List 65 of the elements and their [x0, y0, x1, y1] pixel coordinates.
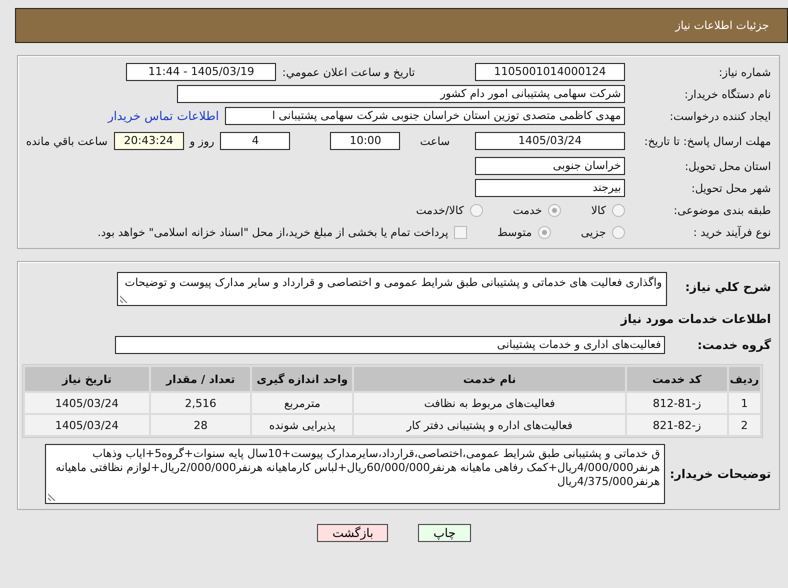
section-heading: اطلاعات خدمات مورد نیاز	[620, 312, 771, 326]
column-header: تعداد / مقدار	[150, 367, 250, 391]
print-button[interactable]: چاپ	[418, 524, 471, 542]
column-header: نام خدمت	[354, 367, 626, 391]
radio-label: کالا/خدمت	[416, 204, 464, 216]
field-label: طبقه بندی موضوعی:	[672, 204, 771, 216]
radio-button[interactable]	[612, 204, 625, 216]
field-value: فعالیت‌های اداری و خدمات پشتیبانی	[115, 336, 665, 354]
table-cell: پذیرایی شونده	[252, 415, 352, 435]
field-label: ساعت	[420, 134, 450, 148]
column-header: تاریخ نیاز	[25, 367, 149, 391]
radio-button[interactable]	[548, 204, 562, 216]
table-cell: ز-82-821	[627, 415, 727, 435]
table-cell: فعالیت‌های اداره و پشتیبانی دفتر کار	[354, 415, 626, 435]
table-cell: 28	[150, 415, 250, 435]
field-value: 1105001014000124	[475, 63, 625, 81]
radio-button[interactable]	[470, 204, 483, 216]
field-value: شرکت سهامی پشتیبانی امور دام کشور	[177, 85, 625, 103]
back-button[interactable]: بازگشت	[317, 524, 388, 542]
radio-label: کالا	[591, 204, 606, 216]
checkbox-label: پرداخت تمام یا بخشی از مبلغ خرید،از محل "اسناد خزانه اسلامی" خواهد بود.	[98, 226, 448, 238]
field-value: 1405/03/19 - 11:44	[126, 63, 276, 81]
field-label: توضیحات خریدار:	[671, 467, 771, 481]
field-label: ساعت باقي مانده	[26, 134, 108, 148]
field-value: 1405/03/24	[475, 132, 625, 150]
table-cell: 1	[728, 393, 760, 413]
radio-label: متوسط	[497, 226, 532, 238]
field-label: شماره نیاز:	[718, 66, 771, 78]
field-label: تاریخ و ساعت اعلان عمومي:	[282, 66, 415, 78]
contact-link[interactable]: اطلاعات تماس خریدار	[108, 109, 219, 123]
field-label: شهر محل تحویل:	[690, 182, 771, 194]
radio-button[interactable]	[612, 226, 625, 238]
field-label: ایجاد کننده درخواست:	[668, 110, 771, 122]
field-value: 10:00	[330, 132, 400, 150]
radio-button[interactable]	[538, 226, 551, 238]
field-value: مهدی کاظمی متصدی توزین استان خراسان جنوبی شرکت سهامی پشتیبانی ا	[225, 107, 625, 125]
table-cell: 1405/03/24	[25, 393, 149, 413]
resize-grip-icon[interactable]	[48, 493, 56, 501]
field-label: گروه خدمت:	[696, 338, 771, 352]
table-cell: ز-81-812	[627, 393, 727, 413]
field-value: خراسان جنوبی	[475, 157, 625, 175]
table-cell: مترمربع	[252, 393, 352, 413]
notes-textarea[interactable]: ق خدماتی و پشتیبانی طبق شرایط عمومی،اختصاصی،قرارداد،سایرمدارک پیوست+10سال پایه سنوات+گروه5+ایاب وذهاب هرنفر4/000/000ریال+کمک رفاهی ماهیانه هرنفر60/000/000ریال+لباس کارماهیانه هرنفر2/000/000ریال+لوازم نظافتی ماهیانه هرنفر4/375/000ریال	[45, 444, 665, 504]
field-label: شرح کلي نیاز:	[684, 279, 771, 294]
table-cell: 2,516	[150, 393, 250, 413]
checkbox[interactable]	[454, 226, 468, 238]
radio-label: جزیی	[580, 226, 606, 238]
field-label: استان محل تحویل:	[684, 160, 771, 172]
radio-label: خدمت	[512, 204, 542, 216]
field-label: نام دستگاه خریدار:	[683, 88, 771, 100]
field-label: مهلت ارسال پاسخ: تا تاریخ:	[643, 134, 771, 148]
field-value: 20:43:24	[114, 132, 184, 150]
table-cell: 2	[728, 415, 760, 435]
column-header: کد خدمت	[627, 367, 727, 391]
field-value: 4	[220, 132, 290, 150]
summary-textarea[interactable]: واگذاری فعالیت های خدماتی و پشتیبانی طبق شرایط عمومی و اختصاصی و قرارداد و سایر مدارک پیوست و توضیحات	[117, 272, 667, 306]
column-header: واحد اندازه گیری	[252, 367, 352, 391]
resize-grip-icon[interactable]	[120, 295, 128, 303]
column-header: ردیف	[728, 367, 760, 391]
field-label: روز و	[190, 134, 214, 148]
field-value: بیرجند	[475, 179, 625, 197]
header-title: جزئیات اطلاعات نیاز	[675, 19, 769, 32]
table-cell: 1405/03/24	[25, 415, 149, 435]
field-label: نوع فرآیند خرید :	[692, 226, 771, 238]
table-cell: فعالیت‌های مربوط به نظافت	[354, 393, 626, 413]
